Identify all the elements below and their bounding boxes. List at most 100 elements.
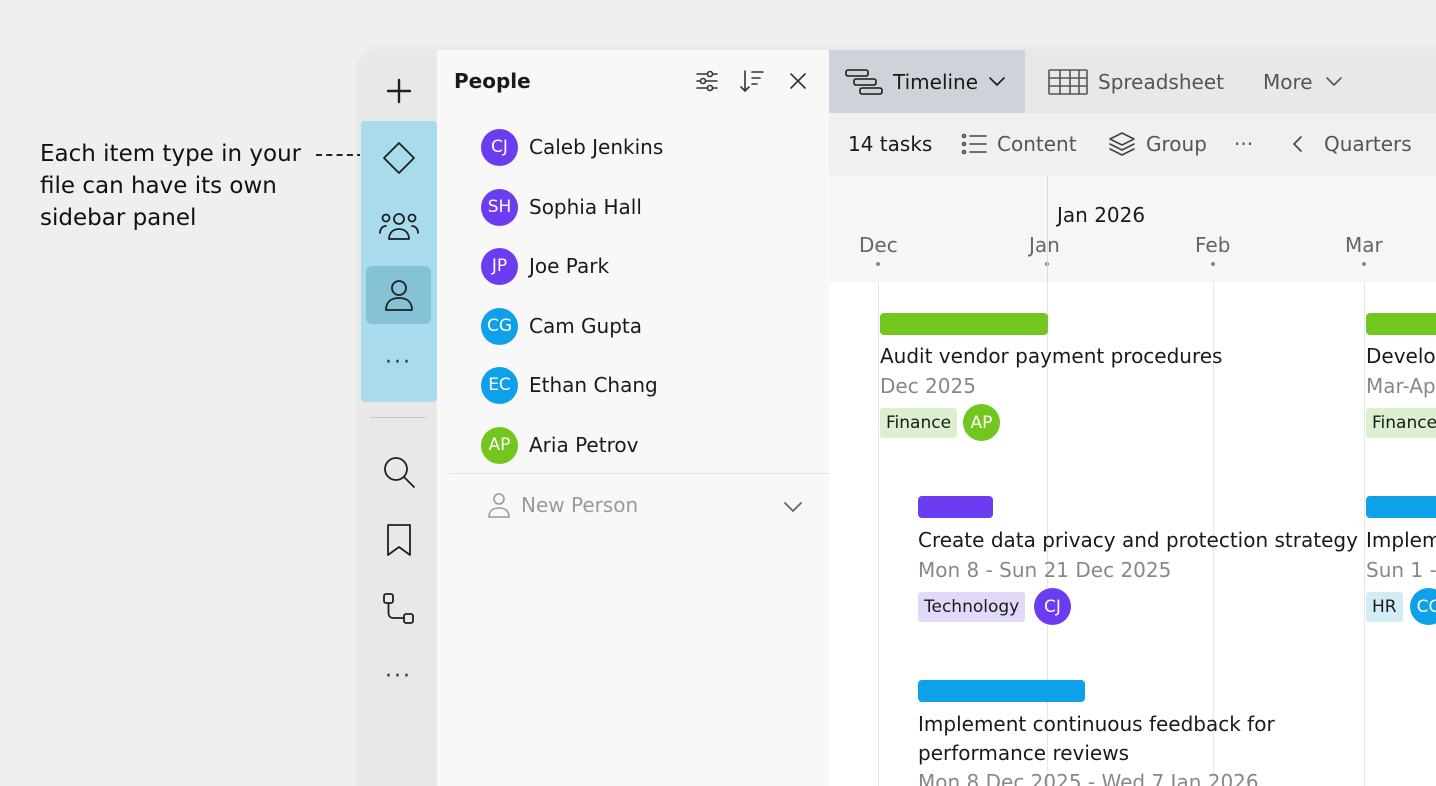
sort-icon (740, 70, 764, 93)
content-button[interactable]: Content (961, 113, 1077, 175)
tag-badge[interactable]: HR (1366, 592, 1403, 622)
new-person-input[interactable]: New Person (487, 492, 638, 518)
avatar: AP (481, 426, 518, 464)
annotation-line-2: file can have its own (40, 173, 277, 199)
toolbar-more-button[interactable]: ··· (1234, 113, 1253, 175)
layers-icon (1109, 132, 1135, 156)
person-name: Aria Petrov (529, 433, 639, 457)
tab-timeline[interactable]: Timeline (829, 50, 1025, 113)
gridline (878, 282, 879, 786)
group-button[interactable]: Group (1108, 113, 1207, 175)
bookmarks-button[interactable] (366, 511, 431, 569)
group-label: Group (1146, 132, 1207, 156)
month-label: Dec (859, 233, 898, 257)
tag-badge[interactable]: Finance (880, 408, 958, 438)
chevron-left-icon (1293, 136, 1302, 152)
person-row[interactable]: SH Sophia Hall (481, 187, 642, 227)
new-person-placeholder: New Person (521, 493, 639, 517)
annotation-line-3: sidebar panel (40, 205, 197, 231)
avatar: CG (481, 307, 518, 345)
assignee-avatar[interactable]: CC (1410, 588, 1436, 625)
task-bar[interactable] (918, 680, 1085, 702)
task-title[interactable]: Implement continuous feedback for (918, 710, 1275, 739)
avatar: SH (481, 188, 518, 226)
add-button[interactable] (366, 62, 431, 120)
task-bar[interactable] (1366, 313, 1436, 335)
more-icon: ··· (385, 350, 412, 375)
search-icon (383, 457, 415, 488)
scale-selector[interactable]: Quarters (1324, 113, 1412, 175)
person-row[interactable]: JP Joe Park (481, 246, 609, 286)
close-panel-button[interactable] (785, 68, 811, 94)
task-title[interactable]: Implem (1366, 526, 1436, 555)
month-label: Mar (1345, 233, 1383, 257)
close-icon (790, 73, 806, 89)
app-window: ··· ··· People CJ Caleb Jenkins SH Sophi… (360, 50, 1436, 786)
task-count: 14 tasks (848, 132, 933, 156)
person-name: Cam Gupta (529, 314, 643, 338)
bookmark-icon (386, 524, 411, 556)
person-name: Caleb Jenkins (529, 135, 664, 159)
person-name: Joe Park (529, 254, 610, 278)
task-bar[interactable] (918, 496, 993, 518)
callout-annotation: Each item type in your file can have its… (40, 138, 394, 234)
diamond-icon (382, 142, 415, 174)
task-date: Sun 1 - (1366, 558, 1436, 582)
person-row[interactable]: CJ Caleb Jenkins (481, 127, 663, 167)
previous-period-button[interactable] (1291, 113, 1303, 175)
avatar: EC (481, 366, 518, 404)
more-tools-button[interactable]: ··· (366, 648, 431, 706)
workflow-icon (382, 593, 414, 624)
assignee-avatar[interactable]: AP (963, 404, 1000, 441)
person-icon (384, 280, 413, 311)
year-label: Jan 2026 (1057, 203, 1146, 227)
tag-badge[interactable]: Finance (1366, 408, 1436, 438)
rail-item-diamond[interactable] (366, 129, 431, 187)
task-date: Mar-Ap (1366, 374, 1436, 398)
workflow-button[interactable] (366, 580, 431, 638)
task-date: Mon 8 - Sun 21 Dec 2025 (918, 558, 1172, 582)
new-person-dropdown[interactable] (783, 498, 803, 517)
tab-spreadsheet[interactable]: Spreadsheet (1048, 50, 1238, 113)
chevron-down-icon (989, 76, 1005, 86)
sort-button[interactable] (739, 68, 765, 94)
task-date: Mon 8 Dec 2025 - Wed 7 Jan 2026 (918, 770, 1259, 786)
scale-label: Quarters (1324, 132, 1412, 156)
task-title[interactable]: Develo (1366, 342, 1436, 371)
tick-dot (1211, 262, 1215, 266)
panel-title: People (454, 69, 531, 93)
rail-more-types[interactable]: ··· (366, 334, 431, 392)
tab-label: Timeline (893, 69, 979, 94)
chevron-down-icon (784, 502, 802, 513)
person-name: Sophia Hall (529, 195, 642, 219)
tick-dot (1362, 262, 1366, 266)
avatar: CJ (481, 128, 518, 166)
task-bar[interactable] (1366, 496, 1436, 518)
rail-item-people[interactable] (366, 266, 431, 324)
tab-more[interactable]: More (1263, 50, 1383, 113)
timeline-header: Jan 2026 Dec Jan Feb Mar (829, 175, 1436, 282)
main-area: Timeline Spreadsheet More 14 tasks Conte… (829, 50, 1436, 786)
chevron-down-icon (1325, 76, 1342, 86)
task-title[interactable]: Audit vendor payment procedures (880, 342, 1222, 371)
person-row[interactable]: CG Cam Gupta (481, 306, 642, 346)
month-label: Jan (1029, 233, 1060, 257)
list-icon (961, 133, 987, 155)
assignee-avatar[interactable]: CJ (1034, 588, 1071, 625)
task-title[interactable]: Create data privacy and protection strat… (918, 526, 1358, 555)
view-tabs: Timeline Spreadsheet More (829, 50, 1436, 113)
gridline (1364, 282, 1365, 786)
rail-item-teams[interactable] (366, 197, 431, 255)
annotation-line-1: Each item type in your (40, 141, 302, 167)
filter-button[interactable] (694, 68, 720, 94)
month-label: Feb (1195, 233, 1231, 257)
tab-label: Spreadsheet (1098, 69, 1224, 94)
person-row[interactable]: EC Ethan Chang (481, 365, 658, 405)
task-title[interactable]: performance reviews (918, 739, 1129, 768)
more-icon: ··· (385, 664, 412, 689)
task-bar[interactable] (880, 313, 1048, 335)
search-button[interactable] (366, 443, 431, 501)
ellipsis-icon: ··· (1234, 132, 1254, 156)
tag-badge[interactable]: Technology (918, 592, 1026, 622)
person-row[interactable]: AP Aria Petrov (481, 425, 638, 465)
